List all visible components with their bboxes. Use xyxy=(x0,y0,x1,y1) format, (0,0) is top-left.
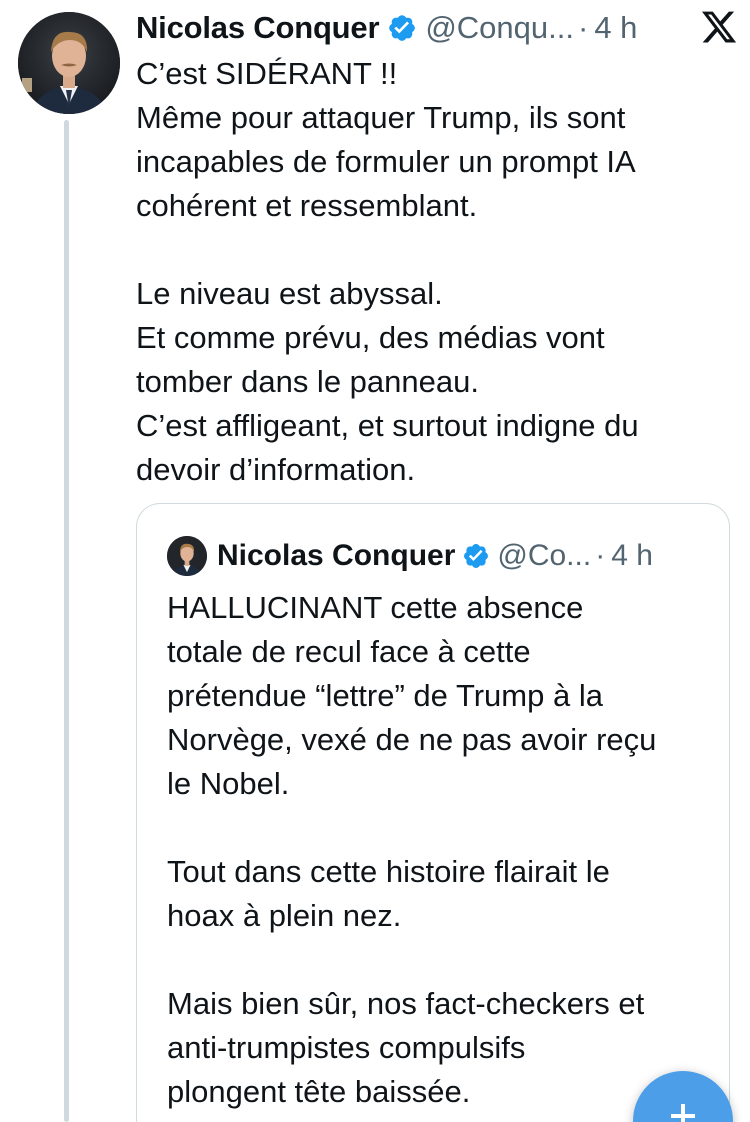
author-name[interactable]: Nicolas Conquer xyxy=(136,10,380,46)
author-avatar[interactable] xyxy=(18,12,120,114)
quoted-post-time[interactable]: 4 h xyxy=(611,539,653,573)
quoted-text-line: anti-trumpistes compulsifs xyxy=(167,1030,526,1065)
post-header: Nicolas Conquer @Conqu... · 4 h xyxy=(136,6,740,50)
post-text-line: C’est SIDÉRANT !! xyxy=(136,56,398,91)
x-logo-icon[interactable] xyxy=(700,8,738,46)
author-handle[interactable]: @Conqu... xyxy=(425,10,574,46)
quoted-text-line: le Nobel. xyxy=(167,766,290,801)
post-text: C’est SIDÉRANT !! Même pour attaquer Tru… xyxy=(136,52,726,492)
thread-line xyxy=(64,120,69,1122)
plus-icon xyxy=(671,1104,695,1122)
quoted-text-line: Norvège, vexé de ne pas avoir reçu xyxy=(167,722,657,757)
post-view: Nicolas Conquer @Conqu... · 4 h C’est SI… xyxy=(0,0,750,1122)
post-text-line: Et comme prévu, des médias vont xyxy=(136,320,605,355)
verified-badge-icon xyxy=(387,13,417,43)
quoted-author-avatar xyxy=(167,536,207,576)
quoted-text-line: plongent tête baissée. xyxy=(167,1074,471,1109)
quoted-text-line: prétendue “lettre” de Trump à la xyxy=(167,678,603,713)
separator-dot: · xyxy=(578,10,589,45)
quoted-text-line: Tout dans cette histoire flairait le xyxy=(167,854,610,889)
separator-dot: · xyxy=(595,539,606,572)
quoted-text-line: HALLUCINANT cette absence xyxy=(167,590,584,625)
quoted-author-handle[interactable]: @Co... xyxy=(497,539,591,573)
quoted-post-card[interactable]: Nicolas Conquer @Co... · 4 h HALLUCINANT… xyxy=(136,503,730,1122)
post-text-line: tomber dans le panneau. xyxy=(136,364,479,399)
quoted-author-name[interactable]: Nicolas Conquer xyxy=(217,539,455,573)
quoted-text-line: hoax à plein nez. xyxy=(167,898,402,933)
verified-badge-icon xyxy=(462,542,490,570)
quoted-post-header: Nicolas Conquer @Co... · 4 h xyxy=(167,534,653,578)
quoted-text-line: Mais bien sûr, nos fact-checkers et xyxy=(167,986,645,1021)
post-text-line: Le niveau est abyssal. xyxy=(136,276,443,311)
post-time[interactable]: 4 h xyxy=(594,10,637,46)
quoted-post-text: HALLUCINANT cette absence totale de recu… xyxy=(167,586,712,1114)
post-text-line: C’est affligeant, et surtout indigne du xyxy=(136,408,639,443)
post-text-line: cohérent et ressemblant. xyxy=(136,188,478,223)
post-text-line: Même pour attaquer Trump, ils sont xyxy=(136,100,626,135)
post-text-line: incapables de formuler un prompt IA xyxy=(136,144,636,179)
post-text-line: devoir d’information. xyxy=(136,452,416,487)
quoted-text-line: totale de recul face à cette xyxy=(167,634,531,669)
